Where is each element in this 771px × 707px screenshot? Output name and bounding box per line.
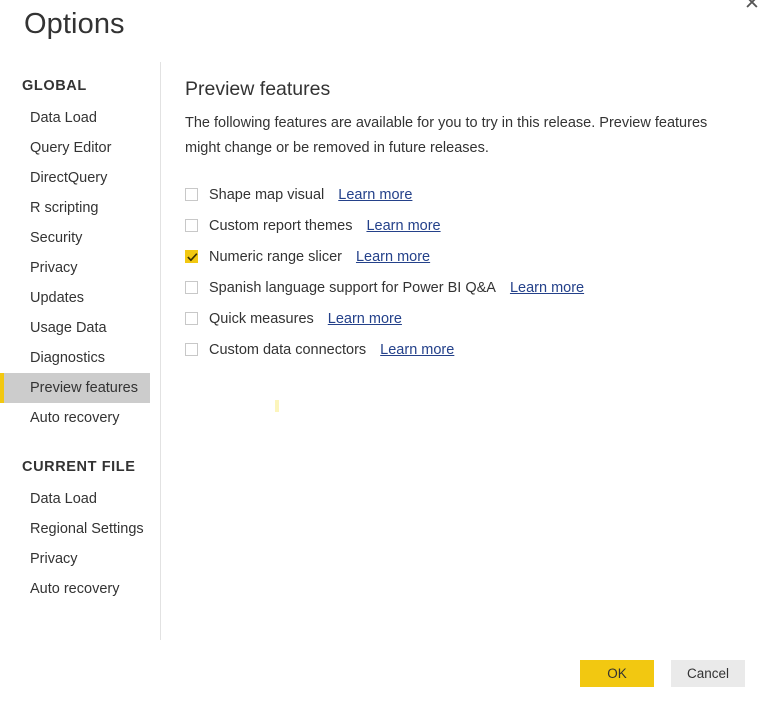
learn-more-link[interactable]: Learn more bbox=[338, 187, 412, 203]
sidebar-item-label: Auto recovery bbox=[30, 410, 120, 426]
check-icon bbox=[187, 253, 198, 262]
feature-row: Shape map visual Learn more bbox=[185, 179, 751, 210]
feature-row: Spanish language support for Power BI Q&… bbox=[185, 272, 751, 303]
sidebar-item-label: Auto recovery bbox=[30, 581, 120, 597]
sidebar-item-label: Data Load bbox=[30, 110, 97, 126]
feature-row: Quick measures Learn more bbox=[185, 303, 751, 334]
learn-more-link[interactable]: Learn more bbox=[510, 280, 584, 296]
learn-more-link[interactable]: Learn more bbox=[380, 342, 454, 358]
sidebar-item-updates[interactable]: Updates bbox=[0, 283, 160, 313]
sidebar-divider bbox=[160, 62, 161, 640]
panel-description: The following features are available for… bbox=[185, 115, 708, 156]
sidebar-group-title: GLOBAL bbox=[22, 78, 87, 94]
sidebar-item-diagnostics[interactable]: Diagnostics bbox=[0, 343, 160, 373]
checkbox-spanish-language-support-for-power-bi-q-a[interactable] bbox=[185, 281, 198, 294]
sidebar-item-label: Query Editor bbox=[30, 140, 112, 156]
sidebar-item-query-editor[interactable]: Query Editor bbox=[0, 133, 160, 163]
preview-feature-list: Shape map visual Learn more Custom report … bbox=[185, 179, 751, 365]
sidebar-item-label: Updates bbox=[30, 290, 85, 306]
checkbox-quick-measures[interactable] bbox=[185, 312, 198, 325]
sidebar-item-auto-recovery[interactable]: Auto recovery bbox=[0, 574, 160, 604]
sidebar-item-label: R scripting bbox=[30, 200, 99, 216]
feature-row: Custom data connectors Learn more bbox=[185, 334, 751, 365]
sidebar-item-data-load[interactable]: Data Load bbox=[0, 484, 160, 514]
feature-row: Numeric range slicer Learn more bbox=[185, 241, 751, 272]
close-icon: ✕ bbox=[744, 0, 760, 14]
sidebar-item-r-scripting[interactable]: R scripting bbox=[0, 193, 160, 223]
sidebar-item-directquery[interactable]: DirectQuery bbox=[0, 163, 160, 193]
sidebar-item-preview-features[interactable]: Preview features bbox=[0, 373, 150, 403]
checkbox-numeric-range-slicer[interactable] bbox=[185, 250, 198, 263]
checkbox-custom-report-themes[interactable] bbox=[185, 219, 198, 232]
sidebar-item-label: Privacy bbox=[30, 551, 78, 567]
sidebar-item-privacy[interactable]: Privacy bbox=[0, 253, 160, 283]
sidebar-item-regional-settings[interactable]: Regional Settings bbox=[0, 514, 160, 544]
learn-more-link[interactable]: Learn more bbox=[366, 218, 440, 234]
sidebar-item-data-load[interactable]: Data Load bbox=[0, 103, 160, 133]
close-button[interactable]: ✕ bbox=[735, 0, 769, 18]
sidebar-item-label: Privacy bbox=[30, 260, 78, 276]
sidebar-item-label: Security bbox=[30, 230, 83, 246]
checkbox-shape-map-visual[interactable] bbox=[185, 188, 198, 201]
sidebar-item-label: Preview features bbox=[30, 380, 138, 396]
sidebar-item-label: Data Load bbox=[30, 491, 97, 507]
ok-button[interactable]: OK bbox=[580, 660, 654, 687]
sidebar-item-label: Regional Settings bbox=[30, 521, 144, 537]
cancel-button[interactable]: Cancel bbox=[671, 660, 745, 687]
learn-more-link[interactable]: Learn more bbox=[328, 311, 402, 327]
sidebar-item-security[interactable]: Security bbox=[0, 223, 160, 253]
page-title: Options bbox=[24, 8, 125, 40]
cursor-artifact bbox=[275, 400, 279, 412]
dialog-footer: OK Cancel bbox=[580, 660, 745, 687]
feature-label: Custom report themes bbox=[209, 217, 353, 234]
sidebar-item-usage-data[interactable]: Usage Data bbox=[0, 313, 160, 343]
sidebar-item-auto-recovery[interactable]: Auto recovery bbox=[0, 403, 160, 433]
feature-label: Spanish language support for Power BI Q&… bbox=[209, 279, 496, 296]
learn-more-link[interactable]: Learn more bbox=[356, 249, 430, 265]
sidebar-item-label: Diagnostics bbox=[30, 350, 105, 366]
sidebar: GLOBAL Data Load Query Editor DirectQuery R … bbox=[0, 78, 160, 604]
sidebar-item-privacy[interactable]: Privacy bbox=[0, 544, 160, 574]
feature-label: Custom data connectors bbox=[209, 341, 367, 358]
feature-label: Numeric range slicer bbox=[209, 248, 342, 265]
sidebar-item-label: Usage Data bbox=[30, 320, 107, 336]
sidebar-group-title: CURRENT FILE bbox=[22, 459, 136, 475]
sidebar-item-label: DirectQuery bbox=[30, 170, 108, 186]
feature-label: Quick measures bbox=[209, 310, 314, 327]
panel-heading: Preview features bbox=[185, 78, 331, 100]
feature-row: Custom report themes Learn more bbox=[185, 210, 751, 241]
checkbox-custom-data-connectors[interactable] bbox=[185, 343, 198, 356]
main-panel: Preview features The following features … bbox=[185, 78, 751, 365]
feature-label: Shape map visual bbox=[209, 186, 325, 203]
